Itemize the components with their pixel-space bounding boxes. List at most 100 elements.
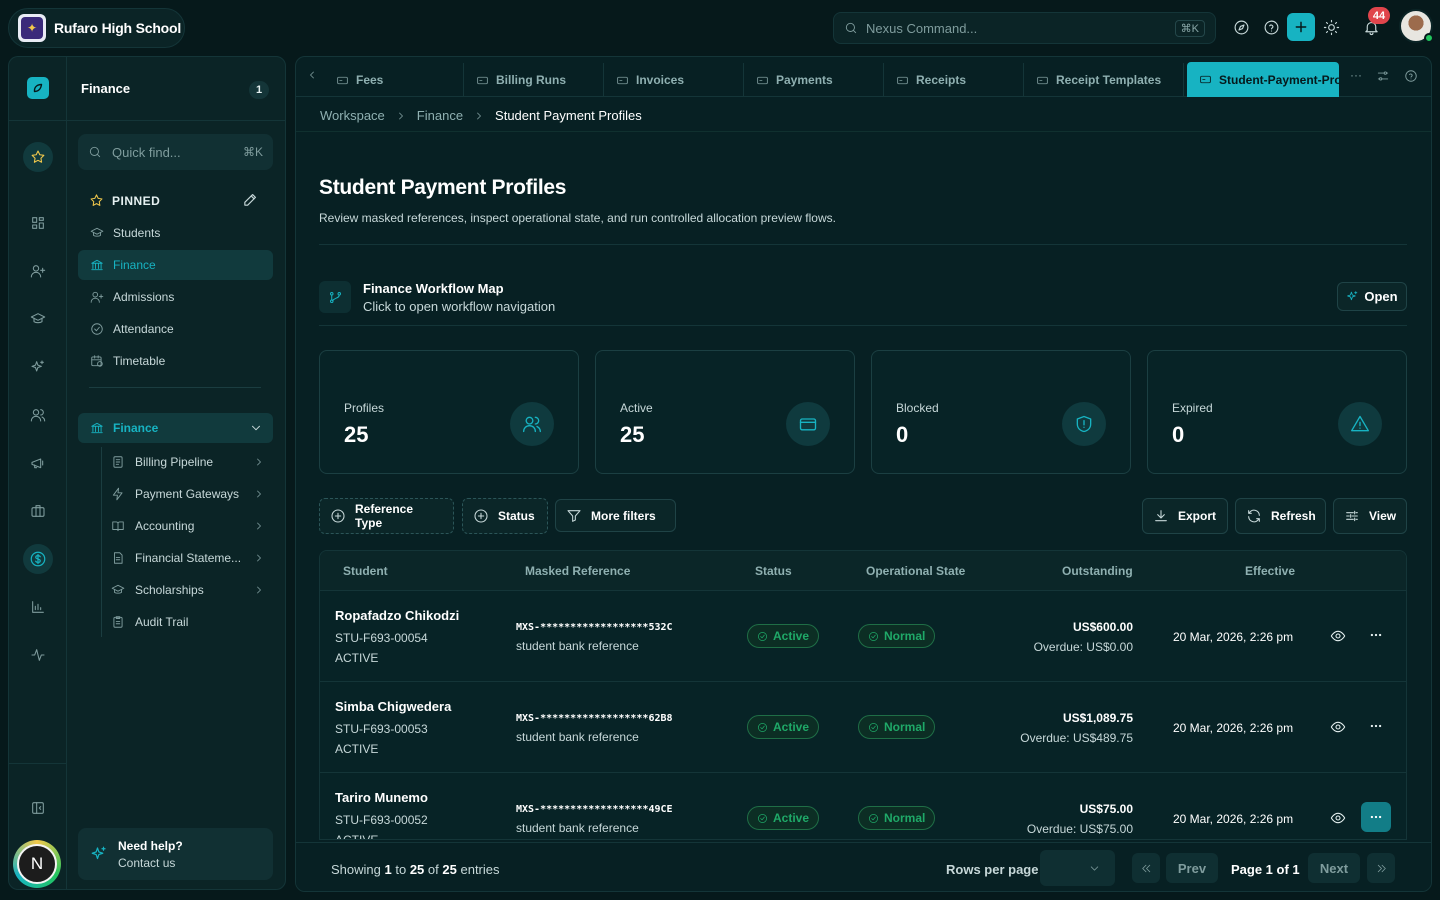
theme-toggle-icon[interactable] xyxy=(1316,12,1346,42)
tab-student-payment-profiles[interactable]: Student-Payment-Profi xyxy=(1187,62,1339,97)
sliders-icon[interactable] xyxy=(1376,69,1390,83)
eye-icon[interactable] xyxy=(1330,810,1346,826)
chevron-left-icon[interactable] xyxy=(306,69,318,81)
sidebar-item-label: Admissions xyxy=(113,290,175,304)
column-header-masked-reference[interactable]: Masked Reference xyxy=(525,564,630,578)
reference-type-filter[interactable]: Reference Type xyxy=(319,498,454,534)
stat-value: 25 xyxy=(344,422,369,447)
open-workflow-button[interactable]: Open xyxy=(1337,282,1407,311)
book-open-icon xyxy=(111,519,125,533)
help-icon[interactable] xyxy=(1256,12,1286,42)
column-header-effective[interactable]: Effective xyxy=(1245,564,1295,578)
quick-find-input[interactable]: Quick find... ⌘K xyxy=(78,134,273,170)
tab-invoices[interactable]: Invoices xyxy=(604,63,744,97)
table-row[interactable]: Tariro Munemo STU-F693-00052 ACTIVE MXS-… xyxy=(320,773,1406,840)
table-row[interactable]: Ropafadzo Chikodzi STU-F693-00054 ACTIVE… xyxy=(320,591,1406,682)
chevron-right-icon xyxy=(253,488,265,500)
sidebar-item-label: Finance xyxy=(113,258,156,272)
sidebar-item-attendance[interactable]: Attendance xyxy=(78,314,273,344)
rail-finance-dollar-icon[interactable] xyxy=(23,544,53,574)
next-label: Next xyxy=(1319,860,1349,876)
document-icon xyxy=(111,455,125,469)
tab-label: Student-Payment-Profi xyxy=(1219,72,1339,87)
column-header-student[interactable]: Student xyxy=(343,564,388,578)
table-row[interactable]: Simba Chigwedera STU-F693-00053 ACTIVE M… xyxy=(320,682,1406,773)
tab-receipts[interactable]: Receipts xyxy=(884,63,1024,97)
app-logo-icon[interactable] xyxy=(27,77,49,99)
export-button[interactable]: Export xyxy=(1142,498,1228,534)
quick-find-placeholder: Quick find... xyxy=(112,144,181,160)
sidebar-subitem-accounting[interactable]: Accounting xyxy=(109,512,273,540)
next-page-button[interactable]: Next xyxy=(1308,853,1360,883)
rail-reports-chart-icon[interactable] xyxy=(23,592,53,622)
create-button[interactable] xyxy=(1287,13,1315,41)
search-icon xyxy=(88,145,102,159)
column-header-outstanding[interactable]: Outstanding xyxy=(1062,564,1133,578)
rows-per-page-select[interactable] xyxy=(1040,850,1115,886)
student-state: ACTIVE xyxy=(335,833,379,840)
operational-state-badge: Normal xyxy=(858,715,936,739)
edit-pinned-pencil-icon[interactable] xyxy=(242,191,259,208)
check-circle-icon xyxy=(868,813,879,824)
rail-dashboard-icon[interactable] xyxy=(23,208,53,238)
rail-staff-icon[interactable] xyxy=(23,400,53,430)
rail-activity-icon[interactable] xyxy=(23,640,53,670)
column-header-status[interactable]: Status xyxy=(755,564,792,578)
rail-user-avatar[interactable]: N xyxy=(13,840,61,888)
rail-ai-sparkles-icon[interactable] xyxy=(23,352,53,382)
first-page-button[interactable] xyxy=(1132,853,1160,883)
tab-fees[interactable]: Fees xyxy=(324,63,464,97)
tab-billing-runs[interactable]: Billing Runs xyxy=(464,63,604,97)
tab-payments[interactable]: Payments xyxy=(744,63,884,97)
row-actions-more-icon[interactable] xyxy=(1361,620,1391,650)
sidebar-subitem-financial-statements[interactable]: Financial Stateme... xyxy=(109,544,273,572)
stat-label: Blocked xyxy=(896,401,939,415)
rail-announcements-icon[interactable] xyxy=(23,448,53,478)
rail-admissions-icon[interactable] xyxy=(23,256,53,286)
command-search[interactable]: Nexus Command... ⌘K xyxy=(833,12,1216,44)
breadcrumb-finance[interactable]: Finance xyxy=(417,108,463,123)
row-actions-more-icon[interactable] xyxy=(1361,711,1391,741)
sidebar-subitem-billing-pipeline[interactable]: Billing Pipeline xyxy=(109,448,273,476)
view-label: View xyxy=(1369,509,1397,523)
breadcrumb-workspace[interactable]: Workspace xyxy=(320,108,385,123)
masked-reference: MXS-******************532C xyxy=(516,622,673,633)
rail-favorites-star-icon[interactable] xyxy=(23,142,53,172)
eye-icon[interactable] xyxy=(1330,719,1346,735)
column-header-operational-state[interactable]: Operational State xyxy=(866,564,965,578)
sidebar-group-finance[interactable]: Finance xyxy=(78,413,273,443)
file-text-icon xyxy=(111,551,125,565)
workflow-branch-icon xyxy=(319,281,351,313)
help-card[interactable]: Need help? Contact us xyxy=(78,828,273,880)
status-filter[interactable]: Status xyxy=(462,498,548,534)
rail-academics-icon[interactable] xyxy=(23,304,53,334)
workflow-title[interactable]: Finance Workflow Map xyxy=(363,281,504,296)
rail-collapse-sidebar-icon[interactable] xyxy=(23,793,53,823)
more-filters-button[interactable]: More filters xyxy=(555,499,676,532)
status-text: Active xyxy=(773,720,810,734)
sidebar-subitem-scholarships[interactable]: Scholarships xyxy=(109,576,273,604)
stat-value: 0 xyxy=(1172,422,1185,447)
student-id: STU-F693-00054 xyxy=(335,631,428,645)
help-icon[interactable] xyxy=(1404,69,1418,83)
view-button[interactable]: View xyxy=(1333,498,1407,534)
more-tabs-icon[interactable]: ··· xyxy=(1350,69,1362,83)
sparkles-icon xyxy=(90,845,108,863)
tab-receipt-templates[interactable]: Receipt Templates xyxy=(1024,63,1184,97)
sidebar-item-students[interactable]: Students xyxy=(78,218,273,248)
last-page-button[interactable] xyxy=(1367,853,1395,883)
sidebar-item-admissions[interactable]: Admissions xyxy=(78,282,273,312)
eye-icon[interactable] xyxy=(1330,628,1346,644)
row-actions-more-icon[interactable] xyxy=(1361,802,1391,832)
prev-page-button[interactable]: Prev xyxy=(1166,853,1218,883)
sidebar-item-timetable[interactable]: Timetable xyxy=(78,346,273,376)
rail-briefcase-icon[interactable] xyxy=(23,496,53,526)
sidebar-subitem-payment-gateways[interactable]: Payment Gateways xyxy=(109,480,273,508)
sidebar-item-finance[interactable]: Finance xyxy=(78,250,273,280)
student-id: STU-F693-00052 xyxy=(335,813,428,827)
compass-icon[interactable] xyxy=(1226,12,1256,42)
school-switcher[interactable]: ✦ Rufaro High School xyxy=(8,8,185,48)
workflow-subtitle[interactable]: Click to open workflow navigation xyxy=(363,299,555,314)
refresh-button[interactable]: Refresh xyxy=(1235,498,1326,534)
sidebar-subitem-audit-trail[interactable]: Audit Trail xyxy=(109,608,273,636)
